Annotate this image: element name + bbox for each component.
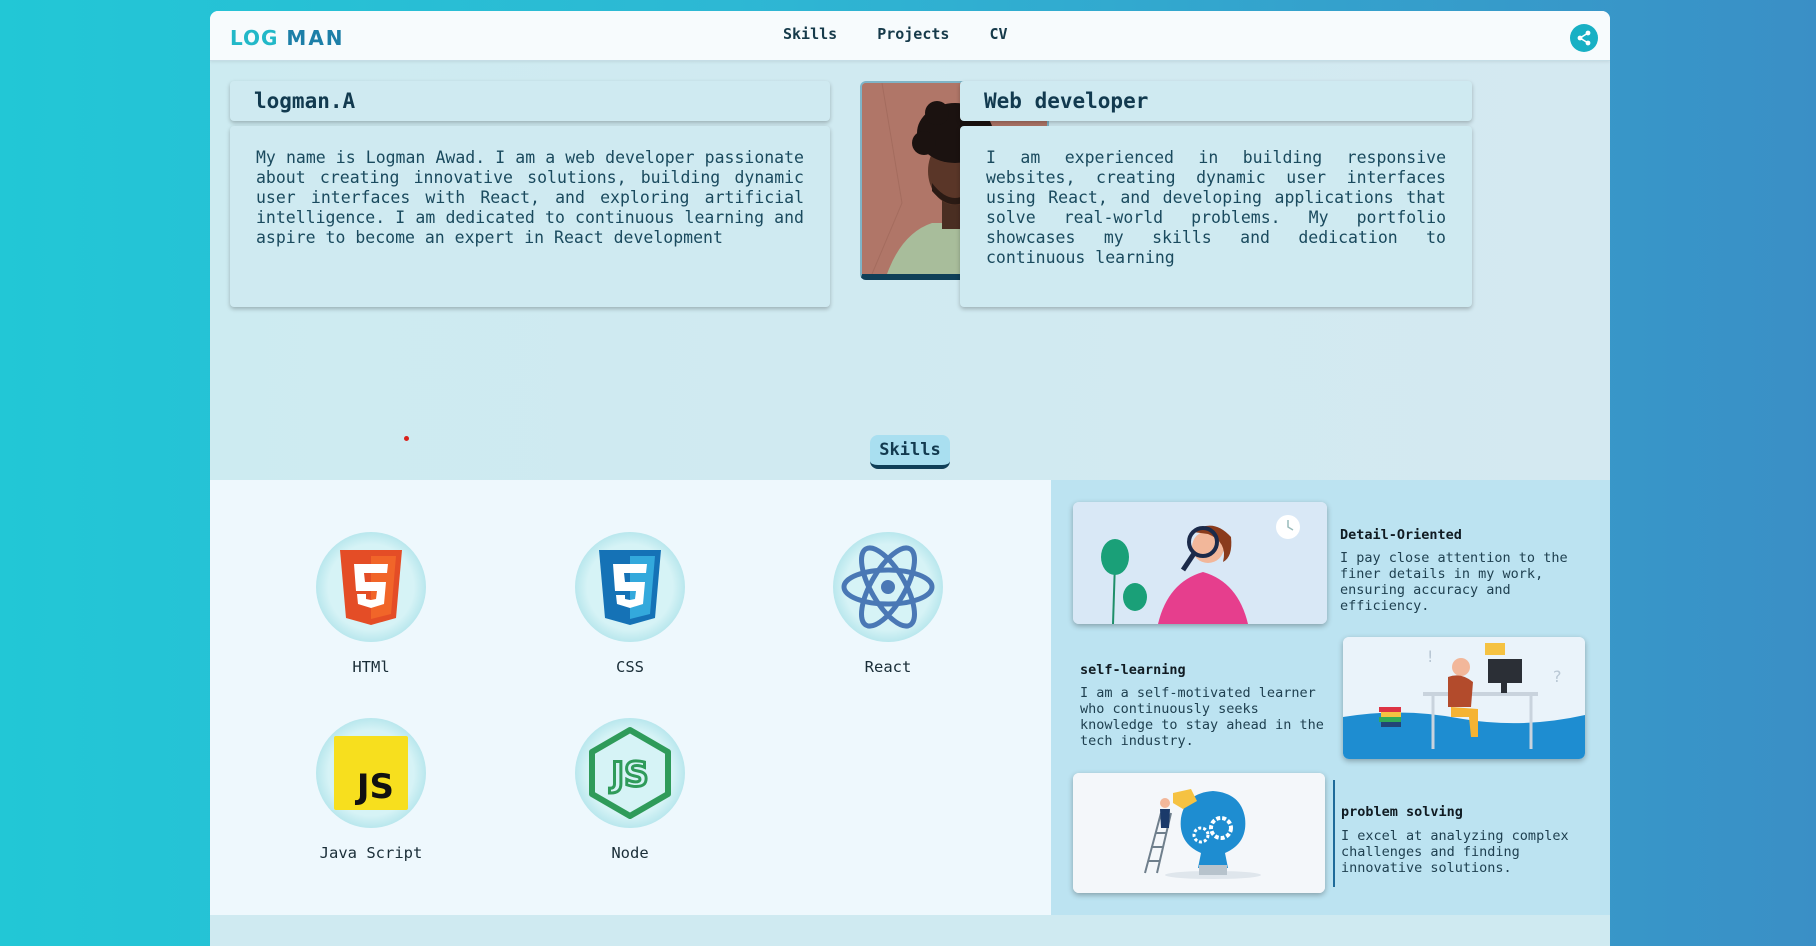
nav-link-cv[interactable]: CV bbox=[989, 25, 1007, 43]
logo[interactable]: LOG MAN bbox=[230, 26, 345, 50]
nav-link-projects[interactable]: Projects bbox=[877, 25, 949, 43]
problem-solving-illustration bbox=[1073, 773, 1325, 893]
share-button[interactable] bbox=[1570, 24, 1598, 52]
role-heading: Web developer bbox=[960, 81, 1472, 121]
skill-label: Node bbox=[611, 844, 649, 862]
skill-label: HTMl bbox=[352, 658, 390, 676]
indicator-dot bbox=[404, 436, 409, 441]
share-icon bbox=[1577, 30, 1591, 46]
skills-grid: HTMl CSS React JS Java Script JS Node bbox=[210, 480, 1051, 915]
self-learning-illustration: ? ! bbox=[1343, 637, 1585, 759]
svg-text:JS: JS bbox=[609, 755, 648, 795]
nav-links: Skills Projects CV bbox=[783, 25, 1008, 43]
navbar: LOG MAN Skills Projects CV bbox=[210, 11, 1610, 61]
trait-description: I am a self-motivated learner who contin… bbox=[1080, 685, 1324, 749]
svg-text:JS: JS bbox=[355, 767, 394, 807]
role-description: I am experienced in building responsive … bbox=[960, 126, 1472, 307]
trait-title: Detail-Oriented bbox=[1340, 527, 1462, 543]
logo-part-2: MAN bbox=[286, 26, 345, 50]
logo-part-1: LOG bbox=[230, 26, 279, 50]
bio-text: My name is Logman Awad. I am a web devel… bbox=[230, 126, 830, 307]
trait-title: problem solving bbox=[1341, 804, 1463, 820]
html5-icon bbox=[316, 532, 426, 642]
trait-description: I pay close attention to the finer detai… bbox=[1340, 550, 1568, 614]
skill-label: CSS bbox=[616, 658, 644, 676]
nodejs-icon: JS bbox=[575, 718, 685, 828]
page-container: LOG MAN Skills Projects CV logman.A My n… bbox=[210, 11, 1610, 946]
css3-icon bbox=[575, 532, 685, 642]
skill-node[interactable]: JS Node bbox=[550, 718, 710, 862]
trait-description: I excel at analyzing complex challenges … bbox=[1341, 828, 1569, 876]
react-icon bbox=[833, 532, 943, 642]
skill-react[interactable]: React bbox=[808, 532, 968, 676]
skill-label: React bbox=[864, 658, 912, 676]
skill-css[interactable]: CSS bbox=[550, 532, 710, 676]
skill-javascript[interactable]: JS Java Script bbox=[291, 718, 451, 862]
trait-title: self-learning bbox=[1080, 662, 1186, 678]
javascript-icon: JS bbox=[316, 718, 426, 828]
skills-title-button[interactable]: Skills bbox=[870, 435, 950, 469]
skill-html[interactable]: HTMl bbox=[291, 532, 451, 676]
name-heading: logman.A bbox=[230, 81, 830, 121]
bottom-strip bbox=[210, 915, 1610, 946]
skill-label: Java Script bbox=[319, 844, 423, 862]
detail-oriented-illustration bbox=[1073, 502, 1327, 624]
svg-text:?: ? bbox=[1553, 667, 1562, 686]
trait-divider bbox=[1333, 780, 1335, 887]
svg-text:!: ! bbox=[1427, 647, 1433, 666]
nav-link-skills[interactable]: Skills bbox=[783, 25, 837, 43]
